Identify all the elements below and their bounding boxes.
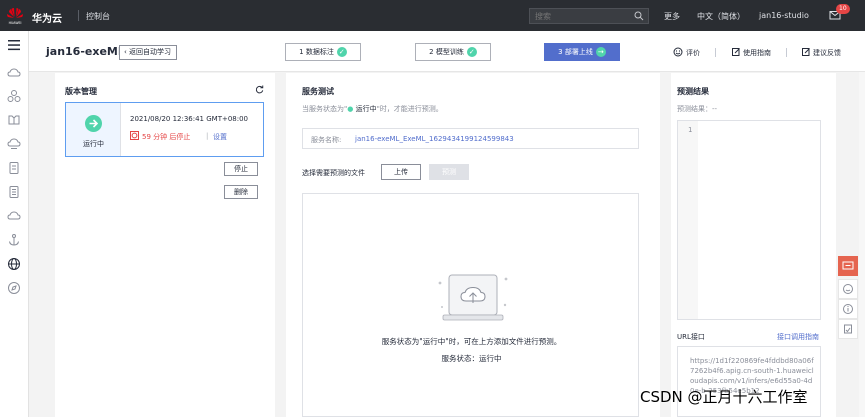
step-label: 1 数据标注 bbox=[299, 48, 334, 56]
line-number: 1 bbox=[688, 126, 693, 134]
service-name-box: 服务名称: jan16-exeML_ExeML_1629434199124599… bbox=[302, 128, 639, 149]
settings-link[interactable]: 设置 bbox=[213, 132, 227, 142]
brand-name[interactable]: 华为云 bbox=[32, 10, 62, 25]
stop-button[interactable]: 停止 bbox=[224, 162, 258, 176]
version-status: 运行中 bbox=[83, 140, 104, 148]
page-header: jan16-exeML ‹ 返回自动学习 1 数据标注 ✓ 2 模型训练 ✓ 3 部… bbox=[29, 31, 865, 72]
service-name-label: 服务名称: bbox=[311, 136, 342, 144]
result-label: 预测结果：-- bbox=[677, 105, 718, 113]
version-card[interactable]: 运行中 2021/08/20 12:36:41 GMT+08:00 59 分钟 … bbox=[65, 102, 264, 157]
service-test-panel: 服务测试 当服务状态为"● 运行中"时，才能进行预测。 服务名称: jan16-… bbox=[286, 73, 660, 417]
line-gutter bbox=[678, 121, 698, 319]
hint-prefix: 当服务状态为" bbox=[302, 105, 348, 113]
header-divider bbox=[715, 48, 716, 57]
edit-icon bbox=[844, 324, 852, 334]
cloud-icon[interactable] bbox=[7, 66, 21, 80]
upload-button[interactable]: 上传 bbox=[381, 164, 421, 180]
refresh-icon[interactable] bbox=[255, 85, 264, 94]
step-deploy[interactable]: 3 部署上线 → bbox=[544, 43, 620, 61]
search-icon[interactable] bbox=[634, 11, 644, 21]
url-label: URL接口 bbox=[677, 333, 705, 341]
hint-status: 运行中 bbox=[355, 105, 377, 113]
check-icon: ✓ bbox=[336, 47, 347, 57]
cloud-service-icon[interactable] bbox=[7, 209, 21, 223]
chat-icon bbox=[842, 261, 854, 270]
sidebar bbox=[0, 31, 29, 417]
smile-icon[interactable] bbox=[673, 47, 683, 57]
globe-icon[interactable] bbox=[7, 257, 21, 271]
stop-countdown: 59 分钟 后停止 bbox=[142, 133, 191, 141]
arrow-right-icon: → bbox=[595, 47, 606, 57]
rate-link[interactable]: 评价 bbox=[686, 48, 700, 58]
check-icon: ✓ bbox=[466, 47, 477, 57]
console-link[interactable]: 控制台 bbox=[86, 11, 110, 22]
version-panel: 版本管理 运行中 2021/08/20 12:36:41 GMT+08:00 5… bbox=[55, 73, 275, 417]
mail-badge: 10 bbox=[836, 4, 850, 14]
book-icon[interactable] bbox=[7, 113, 21, 127]
version-datetime: 2021/08/20 12:36:41 GMT+08:00 bbox=[130, 115, 249, 123]
page-title: jan16-exeML bbox=[46, 45, 125, 58]
float-chat-button[interactable] bbox=[838, 256, 858, 276]
compass-icon[interactable] bbox=[7, 281, 21, 295]
check-circle-icon: ● bbox=[347, 105, 356, 113]
drop-status: 服务状态：运行中 bbox=[441, 354, 502, 363]
smile-icon bbox=[843, 284, 853, 294]
result-title: 预测结果 bbox=[677, 87, 709, 96]
step-label: 3 部署上线 bbox=[558, 48, 593, 56]
upload-drop-area[interactable]: 服务状态为"运行中"时，可在上方添加文件进行预测。 服务状态：运行中 bbox=[302, 193, 639, 417]
float-edit-button[interactable] bbox=[838, 319, 858, 339]
huawei-logo-icon[interactable]: HUAWEI bbox=[5, 7, 25, 25]
header-divider bbox=[786, 48, 787, 57]
anchor-icon[interactable] bbox=[7, 233, 21, 247]
version-title: 版本管理 bbox=[65, 87, 97, 96]
search-box[interactable] bbox=[529, 8, 649, 24]
user-menu[interactable]: jan16-studio bbox=[759, 11, 809, 20]
list-doc-icon[interactable] bbox=[7, 185, 21, 199]
step-label: 2 模型训练 bbox=[429, 48, 464, 56]
back-button[interactable]: ‹ 返回自动学习 bbox=[119, 45, 178, 60]
cloud-storage-icon[interactable] bbox=[7, 137, 21, 151]
running-arrow-icon bbox=[85, 115, 102, 132]
hint-suffix: "时，才能进行预测。 bbox=[376, 105, 443, 113]
version-status-block: 运行中 bbox=[66, 103, 121, 156]
version-separator: | bbox=[206, 132, 209, 140]
language-menu[interactable]: 中文（简体） bbox=[697, 11, 745, 22]
result-code-editor[interactable]: 1 bbox=[677, 120, 821, 320]
back-button-label: 返回自动学习 bbox=[129, 48, 172, 56]
page-scrollbar[interactable] bbox=[859, 72, 865, 417]
nodes-icon[interactable] bbox=[7, 89, 21, 103]
service-hint: 当服务状态为"● 运行中"时，才能进行预测。 bbox=[302, 104, 443, 114]
predict-button[interactable]: 预测 bbox=[429, 164, 469, 180]
drop-message: 服务状态为"运行中"时，可在上方添加文件进行预测。 bbox=[381, 337, 562, 346]
menu-icon[interactable] bbox=[7, 38, 21, 52]
guide-link[interactable]: 使用指南 bbox=[743, 48, 771, 58]
delete-button[interactable]: 删除 bbox=[224, 185, 258, 199]
edit-doc-icon[interactable] bbox=[731, 47, 741, 57]
search-input[interactable] bbox=[530, 9, 630, 23]
api-guide-link[interactable]: 接口调用指南 bbox=[777, 332, 819, 342]
float-smile-button[interactable] bbox=[838, 279, 858, 299]
service-test-title: 服务测试 bbox=[302, 87, 334, 96]
float-info-button[interactable] bbox=[838, 299, 858, 319]
feedback-icon[interactable] bbox=[801, 47, 811, 57]
file-select-label: 选择需要预测的文件 bbox=[302, 169, 365, 177]
more-menu[interactable]: 更多 bbox=[664, 11, 680, 22]
feedback-link[interactable]: 建议反馈 bbox=[813, 48, 841, 58]
step-data-labeling[interactable]: 1 数据标注 ✓ bbox=[285, 43, 361, 61]
watermark: CSDN @正月十六工作室 bbox=[640, 388, 808, 406]
top-bar: HUAWEI 华为云 控制台 更多 中文（简体） jan16-studio 10 bbox=[0, 0, 865, 31]
cloud-upload-illustration-icon bbox=[438, 274, 508, 321]
svg-text:HUAWEI: HUAWEI bbox=[9, 21, 22, 25]
service-name-link[interactable]: jan16-exeML_ExeML_1629434199124599843 bbox=[355, 135, 514, 143]
step-model-training[interactable]: 2 模型训练 ✓ bbox=[415, 43, 491, 61]
result-panel: 预测结果 预测结果：-- 1 URL接口 接口调用指南 https://1d1f… bbox=[671, 73, 836, 417]
topbar-divider bbox=[78, 10, 79, 21]
document-icon[interactable] bbox=[7, 161, 21, 175]
timer-icon bbox=[130, 131, 139, 140]
info-icon bbox=[843, 304, 853, 314]
